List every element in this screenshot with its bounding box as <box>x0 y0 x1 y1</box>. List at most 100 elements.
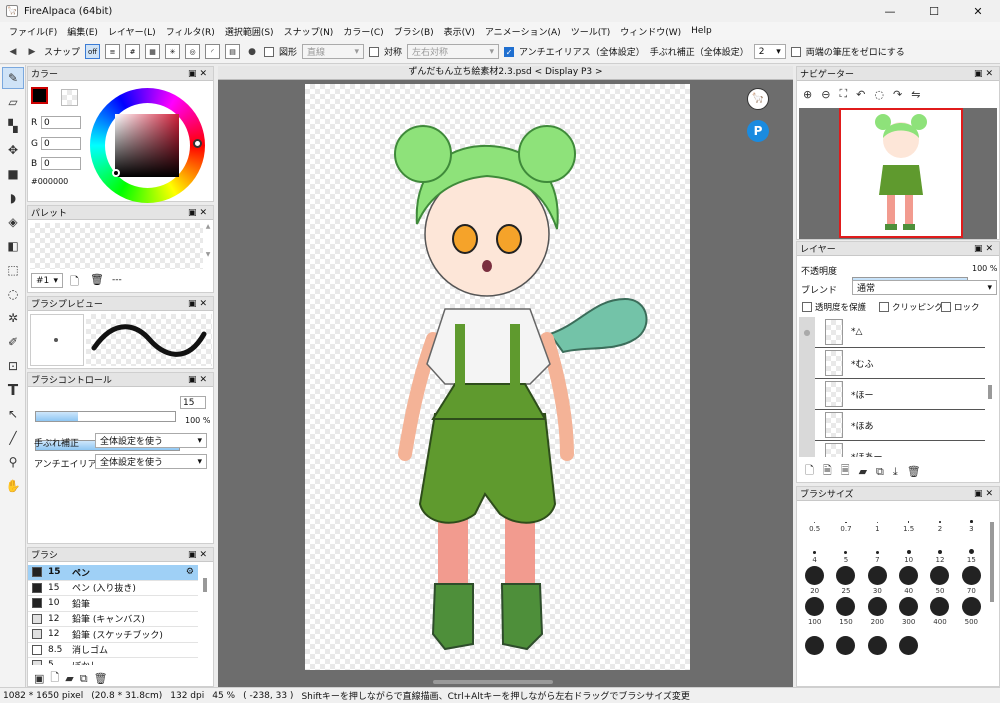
menu-item[interactable]: Help <box>686 26 717 36</box>
canvas-document[interactable] <box>305 84 690 670</box>
menu-item[interactable]: アニメーション(A) <box>480 25 566 38</box>
snap-crisscross-icon[interactable]: ▦ <box>145 44 161 59</box>
navigator-preview[interactable] <box>799 108 997 239</box>
eraser-tool-icon[interactable]: ▱ <box>2 91 24 113</box>
layer-row[interactable]: ● *△ <box>804 317 985 348</box>
taper-checkbox[interactable] <box>790 46 801 57</box>
menu-item[interactable]: 表示(V) <box>439 25 480 38</box>
new-folder-icon[interactable]: ▰ <box>859 465 867 478</box>
brush-list-item[interactable]: 12 鉛筆 (スケッチブック) <box>28 627 198 643</box>
canvas-tab[interactable]: ずんだもん立ち絵素材2.3.psd < Display P3 > <box>218 66 793 80</box>
antialias-checkbox[interactable]: ✓ <box>504 46 515 57</box>
brush-size-cell[interactable]: 100 <box>799 596 830 626</box>
visibility-icon[interactable]: ● <box>799 328 815 337</box>
maximize-button[interactable]: ☐ <box>912 0 956 22</box>
panel-controls-icon[interactable]: ▣✕ <box>974 244 996 254</box>
brush-list-item[interactable]: 12 鉛筆 (キャンバス) <box>28 612 198 627</box>
brush-size-cell[interactable] <box>893 627 924 657</box>
canvas-horizontal-scrollbar[interactable] <box>433 680 553 684</box>
symmetry-dropdown[interactable]: 左右対称 ▾ <box>407 44 500 59</box>
brush-size-cell[interactable]: 150 <box>830 596 861 626</box>
brush-size-cell[interactable]: 40 <box>893 565 924 595</box>
rotate-reset-icon[interactable]: ◌ <box>874 88 884 101</box>
canvas-workspace[interactable]: ずんだもん立ち絵素材2.3.psd < Display P3 > 🦙 P <box>218 66 793 687</box>
menu-item[interactable]: フィルタ(R) <box>161 25 220 38</box>
menu-item[interactable]: ファイル(F) <box>4 25 62 38</box>
pixiv-icon[interactable]: P <box>747 120 769 142</box>
zoom-in-icon[interactable]: ⊕ <box>803 88 812 101</box>
brush-size-cell[interactable]: 25 <box>830 565 861 595</box>
brush-size-cell[interactable]: 2 <box>924 503 955 533</box>
brush-size-cell[interactable]: 0.7 <box>830 503 861 533</box>
brush-size-cell[interactable]: 70 <box>956 565 987 595</box>
sv-picker-handle[interactable] <box>112 169 120 177</box>
layer-row[interactable]: *むふ <box>815 348 985 379</box>
brush-size-cell[interactable]: 1 <box>862 503 893 533</box>
select-pen-tool-icon[interactable]: ✐ <box>2 331 24 353</box>
panel-controls-icon[interactable]: ▣✕ <box>974 69 996 79</box>
brush-antialias-dropdown[interactable]: 全体設定を使う ▾ <box>95 454 207 469</box>
fill-rect-tool-icon[interactable]: ■ <box>2 163 24 185</box>
divide-tool-icon[interactable]: ╱ <box>2 427 24 449</box>
lasso-tool-icon[interactable]: ◌ <box>2 283 24 305</box>
move-tool-icon[interactable]: ✥ <box>2 139 24 161</box>
foreground-color-swatch[interactable] <box>31 87 48 104</box>
snap-grid-icon[interactable]: # <box>125 44 141 59</box>
brush-size-cell[interactable]: 12 <box>924 534 955 564</box>
menu-item[interactable]: ウィンドウ(W) <box>615 25 686 38</box>
blend-dropdown[interactable]: 通常 ▾ <box>852 280 997 295</box>
new-layer-icon[interactable]: 🗋 <box>805 462 814 481</box>
merge-down-icon[interactable]: ⤓ <box>893 465 898 479</box>
layer-row[interactable]: *ほあ <box>815 410 985 441</box>
brush-list-item[interactable]: 10 鉛筆 <box>28 596 198 612</box>
brush-tool-icon[interactable]: ✎ <box>2 67 24 89</box>
close-button[interactable]: ✕ <box>956 0 1000 22</box>
gradient-tool-icon[interactable]: ◧ <box>2 235 24 257</box>
brush-size-scrollbar[interactable] <box>990 522 994 602</box>
b-input[interactable]: 0 <box>41 157 81 170</box>
select-eraser-tool-icon[interactable]: ⊡ <box>2 355 24 377</box>
panel-controls-icon[interactable]: ▣✕ <box>188 550 210 560</box>
fill-lasso-tool-icon[interactable]: ◗ <box>2 187 24 209</box>
select-rect-tool-icon[interactable]: ⬚ <box>2 259 24 281</box>
new-1bit-layer-icon[interactable]: 🗏 <box>841 462 850 481</box>
brush-size-cell[interactable] <box>862 627 893 657</box>
brush-size-cell[interactable] <box>830 627 861 657</box>
lock-checkbox[interactable] <box>941 302 951 312</box>
brush-list-scrollbar[interactable] <box>203 578 207 592</box>
menu-item[interactable]: 選択範囲(S) <box>220 25 279 38</box>
g-input[interactable]: 0 <box>41 137 81 150</box>
shape-checkbox[interactable] <box>264 46 275 57</box>
duplicate-layer-icon[interactable]: ⧉ <box>876 465 884 479</box>
brush-size-cell[interactable]: 3 <box>956 503 987 533</box>
menu-item[interactable]: 編集(E) <box>62 25 103 38</box>
brush-list-item[interactable]: 15 ペン ⚙ <box>28 565 198 581</box>
snap-parallel-icon[interactable]: ≡ <box>105 44 121 59</box>
brush-size-cell[interactable] <box>799 627 830 657</box>
zoom-out-icon[interactable]: ⊖ <box>821 88 830 101</box>
snap-off-button[interactable]: off <box>85 44 101 59</box>
avatar[interactable]: 🦙 <box>747 88 769 110</box>
panel-controls-icon[interactable]: ▣✕ <box>974 489 996 499</box>
save-brush-icon[interactable]: ▣ <box>34 672 44 685</box>
trash-icon[interactable]: 🗑 <box>907 465 921 478</box>
duplicate-icon[interactable]: ⧉ <box>80 672 88 686</box>
new-8bit-layer-icon[interactable]: 🗎 <box>823 462 832 481</box>
trash-icon[interactable]: 🗑 <box>90 273 104 286</box>
protect-alpha-checkbox[interactable] <box>802 302 812 312</box>
zoom-fit-icon[interactable]: ⛶ <box>839 87 847 101</box>
rotate-left-icon[interactable]: ↶ <box>856 88 865 101</box>
hue-picker-handle[interactable] <box>193 139 202 148</box>
brush-size-cell[interactable]: 0.5 <box>799 503 830 533</box>
panel-controls-icon[interactable]: ▣✕ <box>188 299 210 309</box>
flip-horizontal-icon[interactable]: ⇋ <box>911 88 920 101</box>
brush-size-cell[interactable]: 4 <box>799 534 830 564</box>
palette-selector[interactable]: #1 ▾ <box>31 273 63 288</box>
new-brush-icon[interactable]: 🗋 <box>50 669 59 688</box>
snap-3d-icon[interactable]: ▤ <box>225 44 241 59</box>
snap-point-icon[interactable]: ● <box>245 45 259 59</box>
brush-list-item[interactable]: 5ぼかし <box>28 658 198 665</box>
brush-size-cell[interactable]: 1.5 <box>893 503 924 533</box>
operation-tool-icon[interactable]: ↖ <box>2 403 24 425</box>
brush-size-cell[interactable]: 5 <box>830 534 861 564</box>
